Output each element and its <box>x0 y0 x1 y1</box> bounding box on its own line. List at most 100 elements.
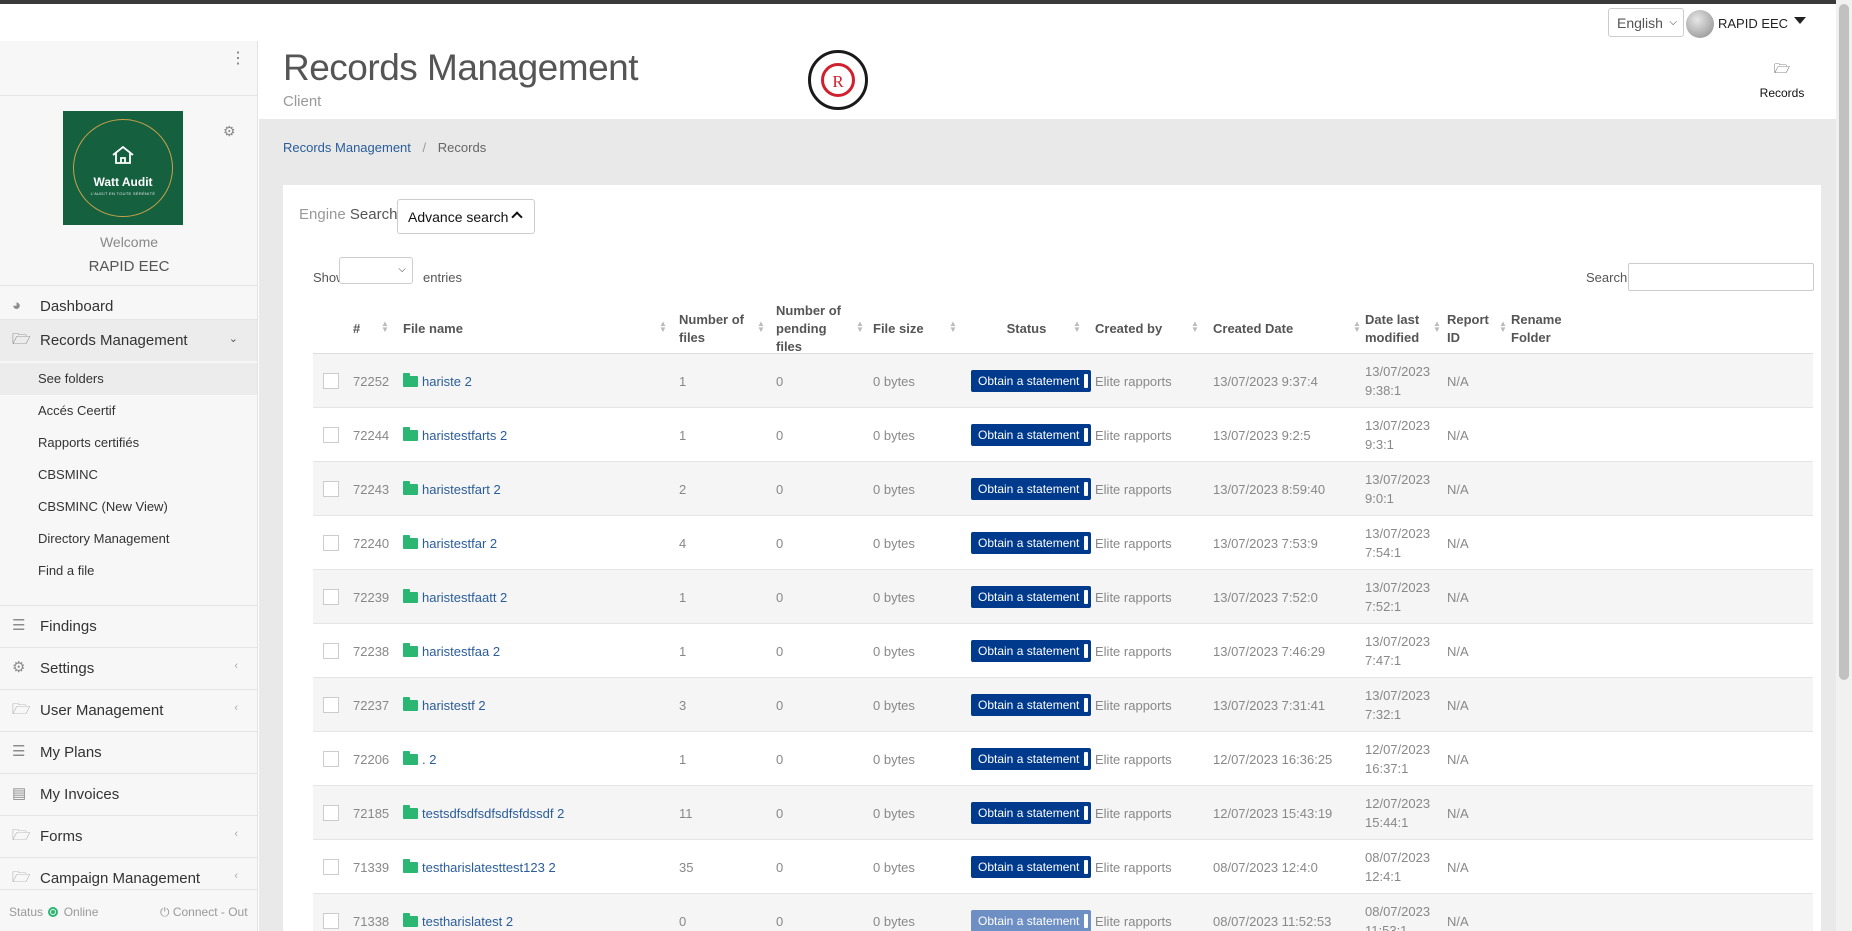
chevron-left-icon: ‹ <box>234 828 238 840</box>
cell-file-name[interactable]: . 2 <box>403 732 436 786</box>
file-name-link[interactable]: . 2 <box>422 752 436 767</box>
obtain-statement-button[interactable]: Obtain a statement <box>971 856 1091 878</box>
file-name-link[interactable]: haristestfarts 2 <box>422 428 507 443</box>
sidebar-subitem-rapports-certifies[interactable]: Rapports certifiés <box>0 427 257 459</box>
sidebar-subitem-see-folders[interactable]: See folders <box>0 363 257 395</box>
sidebar-subitem-directory-management[interactable]: Directory Management <box>0 523 257 555</box>
sort-icon: ▲ ▼ <box>1073 319 1081 334</box>
column-header-id[interactable]: # ▲ ▼ <box>353 303 393 354</box>
cell-date-modified: 13/07/2023 9:0:1 <box>1365 462 1430 516</box>
sidebar-subitem-cbsminc[interactable]: CBSMINC <box>0 459 257 491</box>
records-button[interactable]: 🗁 Records <box>1750 60 1814 100</box>
language-select[interactable]: English ⌵ <box>1608 8 1684 37</box>
row-checkbox[interactable] <box>323 697 339 713</box>
column-header-file-name[interactable]: File name ▲ ▼ <box>403 303 671 354</box>
obtain-statement-button[interactable]: Obtain a statement <box>971 910 1091 931</box>
cell-number-of-files: 11 <box>679 805 693 821</box>
sidebar-item-my-plans[interactable]: ☰ My Plans <box>0 731 257 773</box>
cell-file-name[interactable]: testsdfsdfsdfsdfsfdssdf 2 <box>403 786 564 840</box>
row-checkbox[interactable] <box>323 643 339 659</box>
cell-report-id: N/A <box>1447 427 1469 443</box>
cell-number-of-files: 1 <box>679 427 687 443</box>
file-name-link[interactable]: testharislatesttest123 2 <box>422 860 556 875</box>
cell-file-name[interactable]: haristestf 2 <box>403 678 486 732</box>
obtain-statement-button[interactable]: Obtain a statement <box>971 532 1091 554</box>
column-header-file-size[interactable]: File size ▲ ▼ <box>873 303 961 354</box>
sidebar-subitem-find-a-file[interactable]: Find a file <box>0 555 257 587</box>
more-options-icon[interactable]: ⋮ <box>230 51 246 67</box>
column-header-number-of-files[interactable]: Number of files ▲ ▼ <box>679 303 769 354</box>
file-name-link[interactable]: haristestfar 2 <box>422 536 497 551</box>
obtain-statement-button[interactable]: Obtain a statement <box>971 748 1091 770</box>
file-name-link[interactable]: hariste 2 <box>422 374 472 389</box>
column-header-status[interactable]: Status ▲ ▼ <box>968 303 1085 354</box>
cell-file-name[interactable]: haristestfar 2 <box>403 516 497 570</box>
sidebar-item-user-management[interactable]: 🗁 User Management ‹ <box>0 689 257 731</box>
scrollbar-thumb[interactable] <box>1839 4 1849 680</box>
caret-down-icon[interactable] <box>1794 17 1806 24</box>
row-checkbox[interactable] <box>323 427 339 443</box>
column-header-pending-files[interactable]: Number of pending files ▲ ▼ <box>776 303 868 354</box>
file-name-link[interactable]: haristestf 2 <box>422 698 486 713</box>
modified-time: 11:53:1 <box>1365 923 1408 931</box>
cell-file-name[interactable]: haristestfaa 2 <box>403 624 500 678</box>
sidebar-item-findings[interactable]: ☰ Findings <box>0 605 257 647</box>
logout-link[interactable]: ⏻ Connect - Out <box>160 905 248 920</box>
column-header-date-modified[interactable]: Date last modified ▲ ▼ <box>1365 303 1445 354</box>
sidebar-item-my-invoices[interactable]: ▤ My Invoices <box>0 773 257 815</box>
cell-file-name[interactable]: testharislatesttest123 2 <box>403 840 556 894</box>
row-checkbox[interactable] <box>323 913 339 929</box>
obtain-statement-button[interactable]: Obtain a statement <box>971 370 1091 392</box>
modified-time: 7:32:1 <box>1365 707 1402 722</box>
file-name-link[interactable]: haristestfaatt 2 <box>422 590 507 605</box>
cell-created-by: Elite rapports <box>1095 535 1172 551</box>
obtain-statement-button[interactable]: Obtain a statement <box>971 424 1091 446</box>
cell-file-size: 0 bytes <box>873 751 915 767</box>
row-checkbox[interactable] <box>323 805 339 821</box>
obtain-statement-button[interactable]: Obtain a statement <box>971 586 1091 608</box>
sidebar-subitem-cbsminc-new-view[interactable]: CBSMINC (New View) <box>0 491 257 523</box>
file-name-link[interactable]: testharislatest 2 <box>422 914 513 929</box>
obtain-statement-button[interactable]: Obtain a statement <box>971 640 1091 662</box>
page-scrollbar[interactable] <box>1836 0 1852 931</box>
folder-icon <box>403 804 418 819</box>
cell-file-name[interactable]: testharislatest 2 <box>403 894 513 931</box>
file-name-link[interactable]: haristestfart 2 <box>422 482 501 497</box>
cell-file-name[interactable]: haristestfarts 2 <box>403 408 507 462</box>
row-checkbox[interactable] <box>323 751 339 767</box>
row-checkbox[interactable] <box>323 859 339 875</box>
cell-file-size: 0 bytes <box>873 535 915 551</box>
sidebar-subitem-acces-ceertif[interactable]: Accés Ceertif <box>0 395 257 427</box>
file-name-link[interactable]: testsdfsdfsdfsdfsfdssdf 2 <box>422 806 564 821</box>
row-checkbox[interactable] <box>323 373 339 389</box>
cell-id: 71338 <box>353 913 390 929</box>
cell-file-size: 0 bytes <box>873 913 915 929</box>
cell-file-name[interactable]: haristestfart 2 <box>403 462 501 516</box>
row-checkbox[interactable] <box>323 535 339 551</box>
advance-search-label: Advance search <box>408 209 509 225</box>
sidebar-item-records-management[interactable]: 🗁 Records Management ⌄ <box>0 319 257 361</box>
entries-per-page-select[interactable]: ⌵ <box>339 257 413 284</box>
cell-report-id: N/A <box>1447 643 1469 659</box>
sidebar-item-forms[interactable]: 🗁 Forms ‹ <box>0 815 257 857</box>
user-avatar[interactable] <box>1686 10 1714 38</box>
row-checkbox[interactable] <box>323 481 339 497</box>
column-header-created-date[interactable]: Created Date ▲ ▼ <box>1213 303 1365 354</box>
file-name-link[interactable]: haristestfaa 2 <box>422 644 500 659</box>
obtain-statement-button[interactable]: Obtain a statement <box>971 802 1091 824</box>
row-checkbox[interactable] <box>323 589 339 605</box>
user-name[interactable]: RAPID EEC <box>1718 16 1788 31</box>
cell-file-name[interactable]: haristestfaatt 2 <box>403 570 507 624</box>
table-search-input[interactable] <box>1628 263 1814 291</box>
obtain-statement-button[interactable]: Obtain a statement <box>971 694 1091 716</box>
cell-file-name[interactable]: hariste 2 <box>403 354 472 408</box>
column-header-report-id[interactable]: Report ID ▲ ▼ <box>1447 303 1511 354</box>
sidebar-item-settings[interactable]: ⚙ Settings ‹ <box>0 647 257 689</box>
advance-search-button[interactable]: Advance search <box>397 199 535 234</box>
column-header-created-by[interactable]: Created by ▲ ▼ <box>1095 303 1203 354</box>
gear-icon[interactable]: ⚙ <box>223 123 236 140</box>
obtain-statement-button[interactable]: Obtain a statement <box>971 478 1091 500</box>
seal-letter: R <box>832 72 844 91</box>
breadcrumb-root-link[interactable]: Records Management <box>283 140 411 155</box>
logo-subtitle: L'AUDIT EN TOUTE SÉRÉNITÉ <box>90 191 156 196</box>
